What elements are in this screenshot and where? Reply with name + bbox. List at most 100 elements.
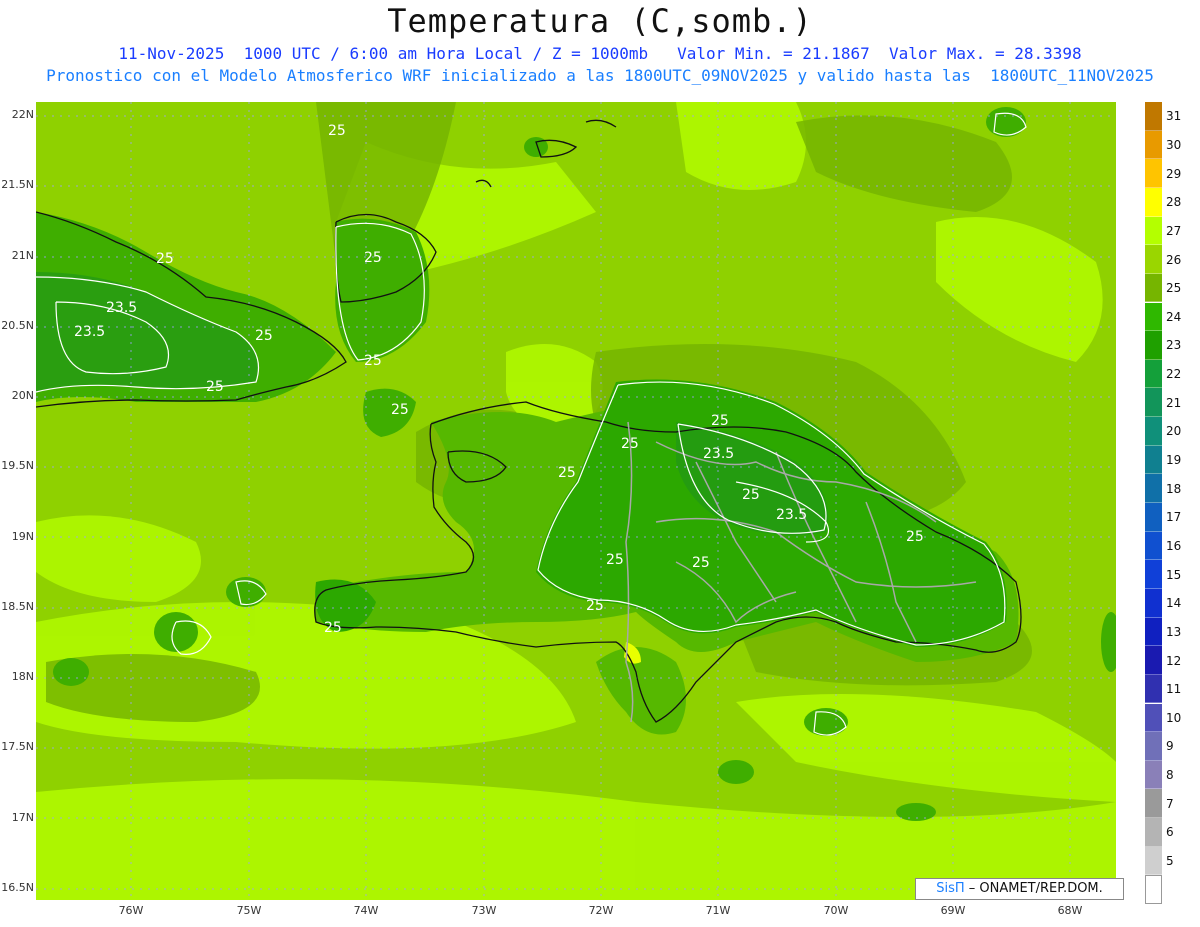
colorbar-level-label: 14 (1166, 596, 1182, 611)
contour-label: 25 (586, 598, 604, 614)
colorbar-cell (1145, 130, 1162, 160)
temperature-colorbar (1145, 102, 1162, 904)
lon-label: 73W (471, 904, 497, 917)
contour-label: 25 (692, 555, 710, 571)
colorbar-level-label: 18 (1166, 481, 1182, 496)
contour-label: 25 (206, 379, 224, 395)
colorbar-level-label: 21 (1166, 395, 1182, 410)
colorbar-cell (1145, 531, 1162, 561)
colorbar-level-label: 28 (1166, 195, 1182, 210)
colorbar-cell (1145, 588, 1162, 618)
colorbar-cell (1145, 445, 1162, 475)
colorbar-cell (1145, 846, 1162, 876)
colorbar-level-label: 31 (1166, 109, 1182, 124)
colorbar-cell (1145, 187, 1162, 217)
colorbar-level-label: 7 (1166, 796, 1174, 811)
credit-agency: ONAMET/REP.DOM. (975, 881, 1103, 896)
colorbar-level-label: 15 (1166, 567, 1182, 582)
colorbar-cell (1145, 273, 1162, 303)
contour-label: 25 (906, 529, 924, 545)
lon-label: 76W (118, 904, 144, 917)
colorbar-level-label: 19 (1166, 453, 1182, 468)
lon-label: 68W (1057, 904, 1083, 917)
colorbar-level-label: 10 (1166, 710, 1182, 725)
colorbar-cell (1145, 617, 1162, 647)
colorbar-level-label: 24 (1166, 309, 1182, 324)
contour-label: 23.5 (106, 300, 137, 316)
colorbar-cell (1145, 474, 1162, 503)
colorbar-cell (1145, 703, 1162, 733)
colorbar-level-label: 29 (1166, 166, 1182, 181)
contour-label: 25 (324, 620, 342, 636)
colorbar-cell (1145, 245, 1162, 274)
colorbar-level-label: 16 (1166, 538, 1182, 553)
colorbar-cell (1145, 875, 1162, 904)
colorbar-cell (1145, 159, 1162, 188)
colorbar-cell (1145, 674, 1162, 704)
colorbar-level-label: 17 (1166, 510, 1182, 525)
colorbar-cell (1145, 503, 1162, 532)
lon-label: 70W (823, 904, 849, 917)
lon-label: 74W (353, 904, 379, 917)
contour-label: 25 (558, 465, 576, 481)
colorbar-level-label: 9 (1166, 739, 1174, 754)
colorbar-cell (1145, 818, 1162, 847)
contour-label: 23.5 (776, 507, 807, 523)
map-canvas: 25 25 23.5 23.5 25 25 25 25 25 25 23.5 2… (36, 102, 1116, 900)
lat-label: 20N (11, 389, 34, 402)
colorbar-level-label: 11 (1166, 682, 1182, 697)
contour-label: 25 (328, 123, 346, 139)
lat-label: 19.5N (1, 459, 34, 472)
colorbar-level-label: 25 (1166, 281, 1182, 296)
lat-label: 18.5N (1, 600, 34, 613)
colorbar-level-label: 30 (1166, 137, 1182, 152)
credit-brand: SisΠ (936, 881, 965, 896)
lat-label: 21.5N (1, 178, 34, 191)
credit-box: SisΠ – ONAMET/REP.DOM. (915, 878, 1124, 900)
colorbar-level-label: 5 (1166, 854, 1174, 869)
colorbar-level-label: 22 (1166, 367, 1182, 382)
contour-label: 25 (364, 250, 382, 266)
colorbar-cell (1145, 789, 1162, 819)
colorbar-level-label: 27 (1166, 223, 1182, 238)
colorbar-level-label: 26 (1166, 252, 1182, 267)
lat-label: 19N (11, 530, 34, 543)
colorbar-level-label: 8 (1166, 768, 1174, 783)
lon-label: 69W (940, 904, 966, 917)
contour-label: 25 (391, 402, 409, 418)
colorbar-level-label: 13 (1166, 624, 1182, 639)
contour-label: 23.5 (703, 446, 734, 462)
lat-label: 17.5N (1, 740, 34, 753)
lat-label: 17N (11, 811, 34, 824)
lon-label: 72W (588, 904, 614, 917)
contour-label: 25 (255, 328, 273, 344)
map-subtitle-time: 11-Nov-2025 1000 UTC / 6:00 am Hora Loca… (118, 44, 1082, 63)
lon-label: 75W (236, 904, 262, 917)
colorbar-level-label: 6 (1166, 825, 1174, 840)
colorbar-cell (1145, 646, 1162, 675)
lat-label: 18N (11, 670, 34, 683)
lat-label: 16.5N (1, 881, 34, 894)
lon-label: 71W (705, 904, 731, 917)
contour-label: 25 (742, 487, 760, 503)
colorbar-cell (1145, 560, 1162, 589)
colorbar-cell (1145, 417, 1162, 446)
colorbar-cell (1145, 388, 1162, 418)
colorbar-cell (1145, 302, 1162, 332)
contour-label: 25 (606, 552, 624, 568)
map-title: Temperatura (C,somb.) (387, 2, 813, 40)
lat-label: 22N (11, 108, 34, 121)
colorbar-cell (1145, 331, 1162, 360)
colorbar-cell (1145, 102, 1162, 131)
temperature-map[interactable]: 25 25 23.5 23.5 25 25 25 25 25 25 23.5 2… (36, 102, 1116, 900)
colorbar-level-label: 20 (1166, 424, 1182, 439)
map-subtitle-model: Pronostico con el Modelo Atmosferico WRF… (46, 66, 1154, 85)
colorbar-cell (1145, 760, 1162, 790)
lat-label: 20.5N (1, 319, 34, 332)
colorbar-level-label: 23 (1166, 338, 1182, 353)
contour-label: 25 (621, 436, 639, 452)
colorbar-cell (1145, 216, 1162, 246)
lat-label: 21N (11, 249, 34, 262)
colorbar-cell (1145, 359, 1162, 389)
colorbar-cell (1145, 732, 1162, 761)
